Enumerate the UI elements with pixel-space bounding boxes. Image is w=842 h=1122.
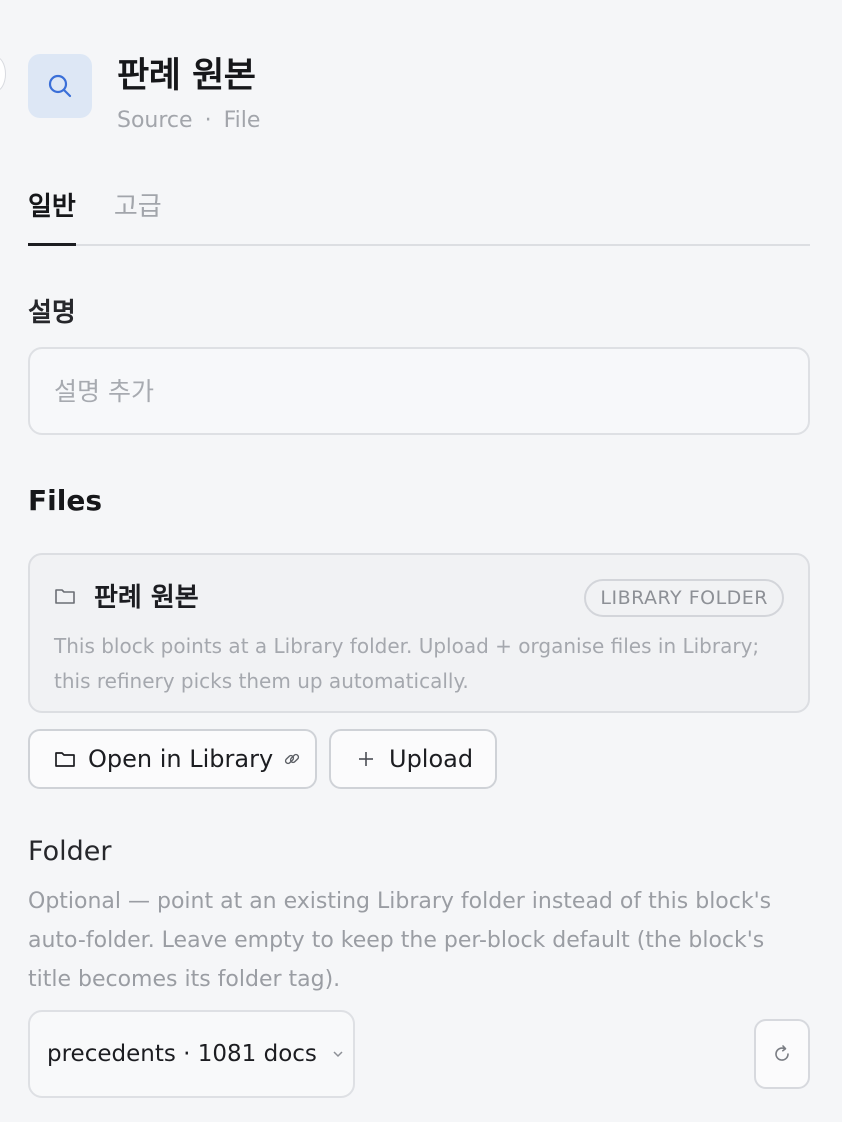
files-heading: Files — [28, 484, 102, 517]
panel-collapse-handle[interactable] — [0, 56, 6, 92]
block-type-label: Source — [117, 108, 193, 133]
block-subtitle: Source · File — [117, 108, 260, 133]
upload-label: Upload — [389, 745, 474, 773]
refresh-button[interactable] — [754, 1019, 810, 1089]
plus-icon — [357, 750, 375, 768]
tab-bar: 일반 고급 — [28, 182, 810, 246]
folder-name: 판례 원본 — [94, 583, 199, 613]
folder-icon — [54, 750, 76, 768]
chevron-down-icon — [331, 1049, 345, 1059]
page-title: 판례 원본 — [117, 56, 256, 96]
folder-heading: Folder — [28, 836, 112, 867]
open-in-library-button[interactable]: Open in Library — [28, 729, 317, 789]
link-icon — [283, 750, 301, 768]
library-folder-card: 판례 원본 LIBRARY FOLDER This block points a… — [28, 553, 810, 713]
block-kind-label: File — [223, 108, 261, 133]
folder-select-value: precedents · 1081 docs — [47, 1041, 317, 1067]
description-input[interactable] — [28, 347, 810, 435]
folder-select[interactable]: precedents · 1081 docs — [28, 1010, 355, 1098]
tab-general[interactable]: 일반 — [28, 182, 76, 246]
description-label: 설명 — [28, 298, 76, 328]
folder-icon — [54, 587, 76, 605]
folder-note: This block points at a Library folder. U… — [54, 634, 760, 693]
block-icon-tile — [28, 54, 92, 118]
upload-button[interactable]: Upload — [329, 729, 497, 789]
library-folder-badge: LIBRARY FOLDER — [584, 579, 784, 617]
refresh-icon — [771, 1043, 793, 1065]
folder-help-text: Optional — point at an existing Library … — [28, 889, 772, 992]
subtitle-separator: · — [204, 108, 212, 133]
search-icon — [47, 73, 73, 99]
panel-header: 판례 원본 Source · File — [28, 54, 260, 133]
open-in-library-label: Open in Library — [88, 745, 274, 773]
tab-advanced[interactable]: 고급 — [114, 182, 162, 246]
